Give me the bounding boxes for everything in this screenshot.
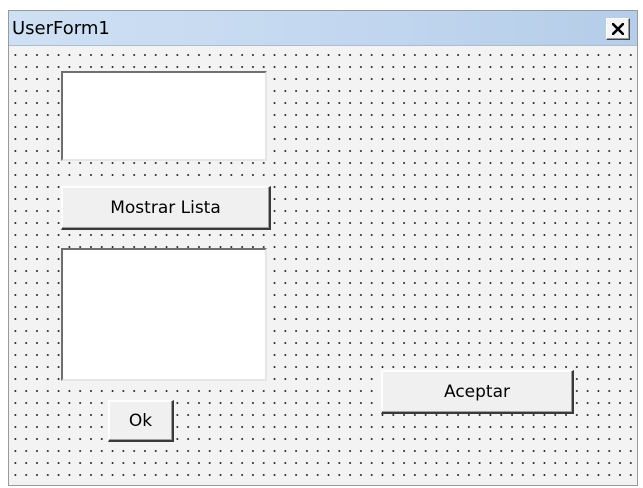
listbox-1[interactable] [61,248,267,381]
window-title: UserForm1 [12,18,110,39]
mostrar-lista-label: Mostrar Lista [110,198,221,218]
title-bar[interactable]: UserForm1 [9,11,637,46]
mostrar-lista-button[interactable]: Mostrar Lista [61,186,271,230]
close-x-icon [612,23,624,35]
aceptar-label: Aceptar [444,382,510,402]
ok-label: Ok [128,411,153,431]
aceptar-button[interactable]: Aceptar [381,370,574,414]
userform-window: UserForm1 Mostrar Lista Ok Aceptar [8,10,638,486]
close-button[interactable] [606,18,630,40]
form-design-grid[interactable]: Mostrar Lista Ok Aceptar [9,46,637,485]
textbox-1[interactable] [61,71,267,161]
ok-button[interactable]: Ok [108,400,174,442]
